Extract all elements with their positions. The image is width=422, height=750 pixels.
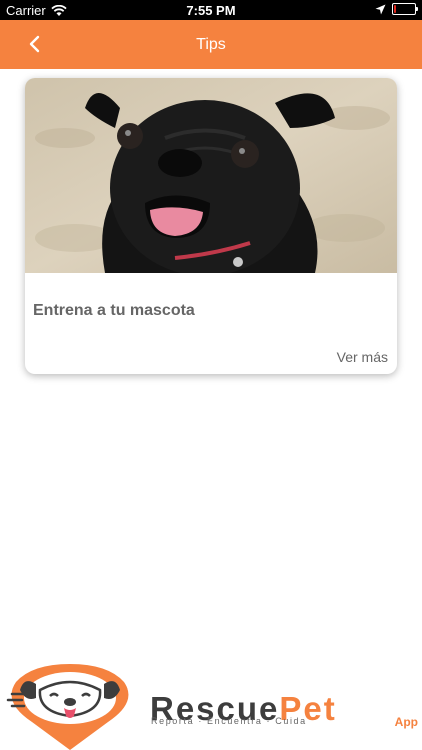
brand-app-label: App [394,715,418,729]
battery-level [394,5,396,13]
navigation-bar: Tips [0,20,422,69]
tip-card[interactable]: Entrena a tu mascota Ver más [25,78,397,374]
status-bar: Carrier 7:55 PM [0,0,422,20]
status-indicators [375,3,418,15]
card-title: Entrena a tu mascota [33,302,195,319]
brand-tagline: Reporta · Encuentra · Cuida [151,716,307,726]
location-arrow-icon [375,4,386,14]
dog-pin-logo-icon [6,664,129,750]
rescuepet-logo: RescuePet [2,664,422,750]
battery-icon [392,3,418,15]
status-time: 7:55 PM [186,3,236,18]
page-title: Tips [196,36,226,53]
see-more-link[interactable]: Ver más [337,349,388,365]
pug-photo [25,78,397,273]
